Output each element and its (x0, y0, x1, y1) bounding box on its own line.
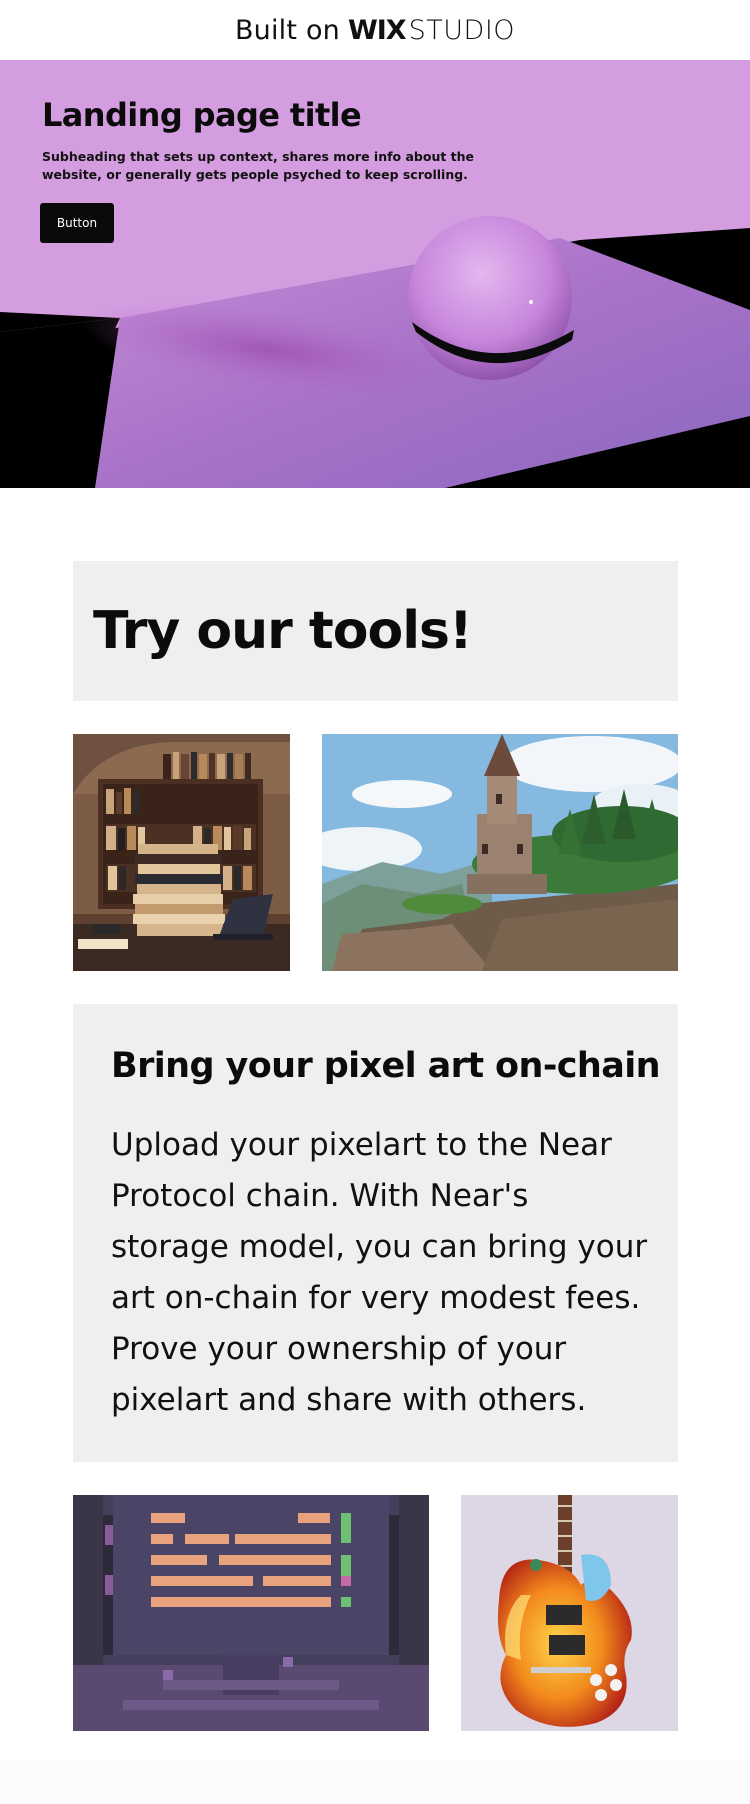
banner-prefix: Built on (234, 14, 340, 46)
wix-studio-logo: WIX STUDIO (348, 15, 515, 46)
hero-title: Landing page title (42, 96, 362, 134)
library-books-image (73, 734, 290, 971)
logo-studio-text: STUDIO (408, 14, 516, 46)
tools-title: Try our tools! (93, 601, 473, 661)
gallery-image-terminal[interactable] (73, 1495, 429, 1731)
info-title: Bring your pixel art on-chain (111, 1046, 661, 1086)
gallery-image-guitar[interactable] (461, 1495, 678, 1731)
hero-subtitle: Subheading that sets up context, shares … (42, 149, 475, 182)
logo-wix-text: WIX (347, 14, 407, 46)
tools-heading-panel: Try our tools! (73, 561, 678, 701)
gallery-image-castle[interactable] (322, 734, 678, 971)
retro-terminal-image (73, 1495, 429, 1731)
pixel-art-info-panel: Bring your pixel art on-chain Upload you… (73, 1004, 678, 1462)
built-on-wix-banner[interactable]: Built on WIX STUDIO (0, 0, 750, 60)
info-body: Upload your pixelart to the Near Protoco… (111, 1127, 648, 1418)
hero-section: Landing page title Subheading that sets … (0, 60, 750, 488)
electric-guitar-image (461, 1495, 678, 1731)
page-footer-spacer (0, 1760, 750, 1804)
hero-cta-button[interactable]: Button (40, 203, 114, 243)
gallery-image-library[interactable] (73, 734, 290, 971)
castle-cliff-image (322, 734, 678, 971)
